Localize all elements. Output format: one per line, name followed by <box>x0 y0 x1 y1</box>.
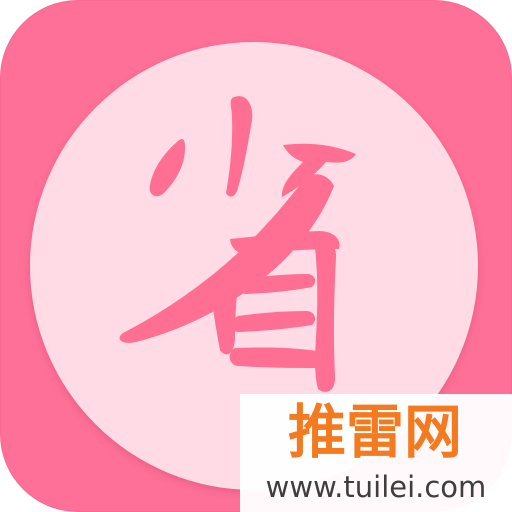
glyph-stroke-center-vertical <box>226 96 253 197</box>
watermark: 推雷网 www.tuilei.com <box>240 394 512 512</box>
watermark-url: www.tuilei.com <box>265 470 487 504</box>
glyph-stroke-bottom-bar <box>229 347 328 368</box>
glyph-stroke-lower-left-vertical <box>210 272 238 355</box>
glyph-stroke-lower-right-vertical <box>314 238 337 392</box>
watermark-site-name: 推雷网 <box>287 398 462 466</box>
glyph-stroke-inner-bar-2 <box>232 311 316 332</box>
app-icon-canvas: 推雷网 www.tuilei.com <box>0 0 512 512</box>
glyph-stroke-left-dot <box>149 139 185 197</box>
